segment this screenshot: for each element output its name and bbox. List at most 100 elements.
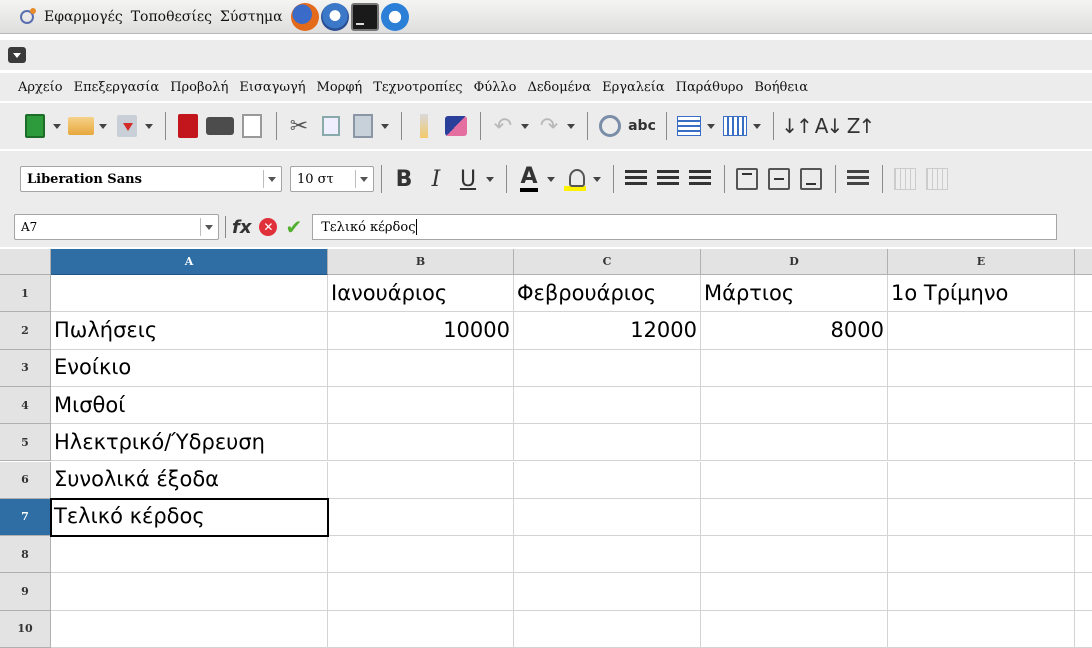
cell-partial[interactable]: [1075, 462, 1092, 499]
cell-a9[interactable]: [51, 573, 328, 611]
highlight-color-button[interactable]: [560, 164, 590, 194]
export-pdf-button[interactable]: [173, 111, 203, 141]
menu-sheet[interactable]: Φύλλο: [474, 80, 517, 95]
align-right-button[interactable]: [685, 164, 715, 194]
row-header-1[interactable]: 1: [0, 275, 51, 313]
accept-icon[interactable]: ✔: [285, 215, 302, 239]
cell-partial[interactable]: [1075, 312, 1092, 350]
panel-menu-system[interactable]: Σύστημα: [220, 9, 283, 25]
undo-button[interactable]: ↶: [488, 111, 518, 141]
cell-e3[interactable]: [888, 349, 1075, 387]
open-dropdown-arrow[interactable]: [98, 119, 108, 133]
cell-c3[interactable]: [514, 349, 701, 387]
cell-a2[interactable]: Πωλήσεις: [51, 312, 328, 350]
cell-e4[interactable]: [888, 386, 1075, 425]
merge-cells-button[interactable]: [890, 164, 920, 194]
menu-window[interactable]: Παράθυρο: [676, 80, 744, 95]
window-menu-button[interactable]: [8, 47, 26, 63]
cell-partial[interactable]: [1075, 573, 1092, 611]
align-left-button[interactable]: [621, 164, 651, 194]
cell-partial[interactable]: [1075, 611, 1092, 648]
column-header-d[interactable]: D: [701, 249, 888, 275]
cell-partial[interactable]: [1075, 536, 1092, 574]
row-header-2[interactable]: 2: [0, 312, 51, 350]
row-header-9[interactable]: 9: [0, 573, 51, 611]
cell-c6[interactable]: [514, 461, 701, 499]
cell-d6[interactable]: [701, 461, 888, 499]
column-header-a[interactable]: A: [51, 249, 328, 275]
cut-button[interactable]: ✂: [284, 111, 314, 141]
cell-d7[interactable]: [701, 498, 888, 537]
cell-b2[interactable]: 10000: [328, 312, 514, 350]
print-preview-button[interactable]: [237, 111, 267, 141]
bold-button[interactable]: B: [389, 164, 419, 194]
cell-a3[interactable]: Ενοίκιο: [51, 349, 328, 387]
cell-e1[interactable]: 1ο Τρίμηνο: [888, 275, 1075, 313]
paste-button[interactable]: [348, 111, 378, 141]
align-top-button[interactable]: [732, 164, 762, 194]
column-header-b[interactable]: B: [328, 249, 514, 275]
new-dropdown-arrow[interactable]: [52, 119, 62, 133]
cell-c2[interactable]: 12000: [514, 312, 701, 350]
undo-dropdown-arrow[interactable]: [520, 119, 530, 133]
column-header-partial[interactable]: [1075, 249, 1092, 275]
cell-c7[interactable]: [514, 498, 701, 537]
row-header-5[interactable]: 5: [0, 424, 51, 462]
row-header-8[interactable]: 8: [0, 536, 51, 574]
panel-menu-places[interactable]: Τοποθεσίες: [131, 9, 212, 25]
cell-b3[interactable]: [328, 349, 514, 387]
firefox-icon[interactable]: [290, 2, 319, 31]
cell-e7[interactable]: [888, 498, 1075, 537]
open-button[interactable]: [66, 111, 96, 141]
sort-ascending-button[interactable]: A↓: [813, 111, 843, 141]
highlight-dropdown-arrow[interactable]: [592, 172, 602, 186]
save-button[interactable]: [112, 111, 142, 141]
wrap-text-button[interactable]: [843, 164, 873, 194]
italic-button[interactable]: I: [421, 164, 451, 194]
cell-b7[interactable]: [328, 498, 514, 537]
cell-b5[interactable]: [328, 424, 514, 462]
row-dropdown-arrow[interactable]: [706, 119, 716, 133]
terminal-icon[interactable]: [350, 2, 379, 31]
cell-c8[interactable]: [514, 536, 701, 574]
name-box[interactable]: A7: [14, 214, 219, 240]
browser-icon[interactable]: [380, 2, 409, 31]
cell-partial[interactable]: [1075, 424, 1092, 462]
cell-e10[interactable]: [888, 610, 1075, 648]
menu-format[interactable]: Μορφή: [317, 80, 363, 95]
cell-b6[interactable]: [328, 461, 514, 499]
cell-b4[interactable]: [328, 386, 514, 425]
cell-d4[interactable]: [701, 386, 888, 425]
cell-b9[interactable]: [328, 573, 514, 611]
cell-c1[interactable]: Φεβρουάριος: [514, 275, 701, 313]
align-bottom-button[interactable]: [796, 164, 826, 194]
chevron-down-icon[interactable]: [263, 170, 279, 188]
cell-a6[interactable]: Συνολικά έξοδα: [51, 461, 328, 499]
cell-e8[interactable]: [888, 536, 1075, 574]
cell-a4[interactable]: Μισθοί: [51, 386, 328, 425]
cell-b1[interactable]: Ιανουάριος: [328, 275, 514, 313]
cell-d10[interactable]: [701, 610, 888, 648]
row-header-10[interactable]: 10: [0, 610, 51, 648]
panel-menu-applications[interactable]: Εφαρμογές: [44, 9, 123, 25]
cell-c5[interactable]: [514, 424, 701, 462]
save-dropdown-arrow[interactable]: [144, 119, 154, 133]
cell-a5[interactable]: Ηλεκτρικό/Ύδρευση: [51, 424, 328, 462]
new-document-button[interactable]: [20, 111, 50, 141]
font-name-combo[interactable]: Liberation Sans: [20, 166, 282, 192]
column-header-e[interactable]: E: [888, 249, 1075, 275]
paste-dropdown-arrow[interactable]: [380, 119, 390, 133]
align-middle-button[interactable]: [764, 164, 794, 194]
print-button[interactable]: [205, 111, 235, 141]
cell-d3[interactable]: [701, 349, 888, 387]
font-size-combo[interactable]: 10 στ: [290, 166, 374, 192]
row-button[interactable]: [674, 111, 704, 141]
redo-button[interactable]: ↷: [534, 111, 564, 141]
font-color-button[interactable]: A: [514, 164, 544, 194]
align-center-button[interactable]: [653, 164, 683, 194]
column-header-c[interactable]: C: [514, 249, 701, 275]
menu-insert[interactable]: Εισαγωγή: [239, 80, 305, 95]
sort-button[interactable]: ↓↑: [781, 111, 812, 141]
find-replace-button[interactable]: [595, 111, 625, 141]
cell-a7[interactable]: Τελικό κέρδος: [50, 497, 329, 538]
